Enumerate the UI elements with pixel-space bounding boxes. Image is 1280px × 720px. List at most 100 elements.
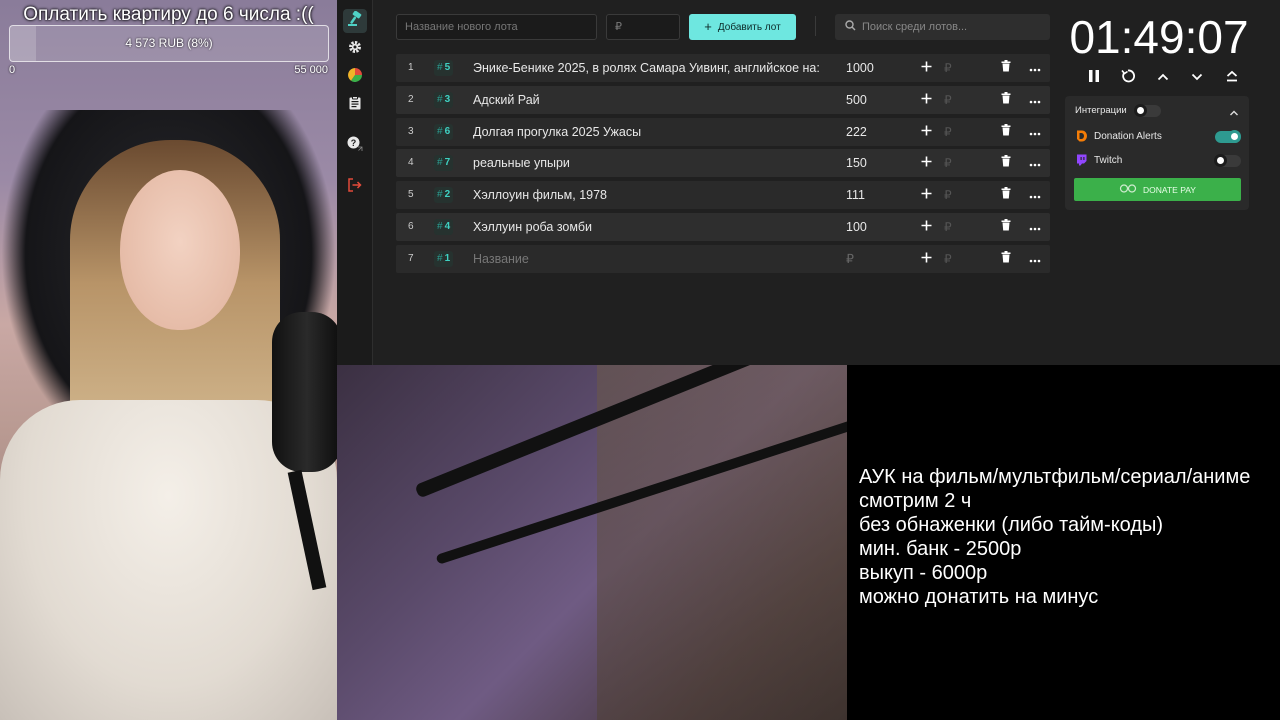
- lot-id: 2: [444, 189, 451, 201]
- collapse-button[interactable]: [1229, 104, 1241, 116]
- add-amount-button[interactable]: [918, 251, 934, 267]
- lot-name[interactable]: Хэллуин роба зомби: [473, 213, 828, 241]
- sidebar-item-auction[interactable]: [343, 9, 367, 33]
- stats-pie-icon: [348, 67, 362, 87]
- lot-id-badge: #6: [434, 123, 454, 140]
- rub-button[interactable]: ₽: [944, 213, 952, 241]
- trash-icon: [1001, 154, 1011, 172]
- lot-index: 5: [408, 189, 414, 201]
- add-time-button[interactable]: [1151, 66, 1175, 90]
- lot-amount-input[interactable]: ₽: [846, 245, 906, 273]
- donatepay-label: DONATE PAY: [1143, 184, 1196, 195]
- more-horizontal-icon: [1029, 123, 1041, 141]
- lot-row: 5 #2 Хэллоуин фильм, 1978 111 ₽: [396, 181, 1050, 210]
- lot-index: 1: [408, 62, 414, 73]
- add-amount-button[interactable]: [918, 219, 934, 235]
- more-options-button[interactable]: [1028, 156, 1042, 170]
- chevron-up-double-icon: [1226, 69, 1238, 87]
- subtract-time-button[interactable]: [1185, 66, 1209, 90]
- more-horizontal-icon: [1029, 59, 1041, 77]
- lot-amount[interactable]: 1000: [846, 54, 906, 82]
- twitch-toggle[interactable]: [1214, 154, 1241, 167]
- delete-lot-button[interactable]: [999, 250, 1013, 268]
- rule-line: без обнаженки (либо тайм-коды): [859, 514, 1164, 536]
- rub-button[interactable]: ₽: [944, 54, 952, 82]
- lot-id-badge: #7: [434, 155, 454, 172]
- more-horizontal-icon: [1029, 218, 1041, 236]
- sidebar-item-settings[interactable]: [343, 37, 367, 61]
- toolbar-divider: [815, 16, 816, 36]
- donation-alerts-toggle[interactable]: [1215, 130, 1241, 143]
- chevron-up-icon: [1229, 104, 1239, 121]
- lot-row: 1 #5 Энике-Бенике 2025, в ролях Самара Уив…: [396, 54, 1050, 82]
- rub-button[interactable]: ₽: [944, 149, 952, 177]
- search-input[interactable]: [862, 21, 1042, 33]
- delete-lot-button[interactable]: [999, 123, 1013, 139]
- lot-amount[interactable]: 222: [846, 118, 906, 146]
- auction-rules: АУК на фильм/мультфильм/сериал/аниме смот…: [847, 365, 1280, 720]
- lot-name[interactable]: реальные упыри: [473, 149, 828, 177]
- sidebar-item-logout[interactable]: [343, 175, 367, 199]
- lot-amount[interactable]: 100: [846, 213, 906, 241]
- lot-id: 4: [444, 220, 451, 232]
- trash-icon: [1001, 186, 1011, 204]
- rub-button[interactable]: ₽: [944, 181, 952, 209]
- reset-timer-button[interactable]: [1116, 66, 1140, 90]
- webcam-feed: [0, 0, 337, 720]
- more-options-button[interactable]: [1028, 188, 1042, 202]
- lot-name[interactable]: Долгая прогулка 2025 Ужасы: [473, 118, 828, 146]
- add-amount-button[interactable]: [918, 124, 934, 140]
- rub-button[interactable]: ₽: [944, 245, 952, 273]
- svg-text:?: ?: [351, 138, 357, 148]
- double-time-button[interactable]: [1220, 66, 1244, 90]
- add-amount-button[interactable]: [918, 187, 934, 203]
- more-options-button[interactable]: [1028, 220, 1042, 234]
- more-options-button[interactable]: [1028, 61, 1042, 75]
- sidebar-item-history[interactable]: [343, 93, 367, 117]
- sidebar-item-help[interactable]: ?: [343, 134, 367, 158]
- more-horizontal-icon: [1029, 250, 1041, 268]
- rub-button[interactable]: ₽: [944, 118, 952, 146]
- lot-name[interactable]: Адский Рай: [473, 86, 828, 114]
- lot-id-badge: #4: [434, 218, 454, 235]
- trash-icon: [1001, 218, 1011, 236]
- delete-lot-button[interactable]: [999, 60, 1013, 75]
- more-options-button[interactable]: [1028, 93, 1042, 107]
- lot-id-badge: #1: [434, 250, 454, 267]
- add-amount-button[interactable]: [918, 155, 934, 171]
- donationalerts-icon: [1075, 130, 1087, 142]
- lot-amount[interactable]: 500: [846, 86, 906, 114]
- lot-name[interactable]: Энике-Бенике 2025, в ролях Самара Уивинг…: [473, 54, 828, 82]
- delete-lot-button[interactable]: [999, 91, 1013, 107]
- lot-name-input[interactable]: Название: [473, 245, 828, 273]
- plus-icon: [921, 123, 932, 141]
- lot-id-badge: #5: [434, 60, 454, 76]
- integrations-master-toggle[interactable]: [1134, 104, 1161, 117]
- pause-button[interactable]: [1082, 66, 1106, 90]
- hash-icon: #: [437, 93, 443, 105]
- chevron-up-icon: [1157, 69, 1169, 87]
- add-lot-button[interactable]: + Добавить лот: [689, 14, 796, 40]
- lot-amount[interactable]: 111: [846, 181, 906, 209]
- more-horizontal-icon: [1029, 91, 1041, 109]
- delete-lot-button[interactable]: [999, 154, 1013, 172]
- more-options-button[interactable]: [1028, 125, 1042, 139]
- add-amount-button[interactable]: [918, 92, 934, 108]
- clipboard-icon: [349, 95, 361, 115]
- trash-icon: [1001, 250, 1011, 268]
- add-amount-button[interactable]: [918, 60, 934, 76]
- new-lot-amount-input[interactable]: [606, 14, 680, 40]
- delete-lot-button[interactable]: [999, 186, 1013, 204]
- rub-button[interactable]: ₽: [944, 86, 952, 114]
- more-options-button[interactable]: [1028, 252, 1042, 266]
- stream-overlay: Оплатить квартиру до 6 числа :(( 4 573 R…: [0, 0, 1280, 720]
- search-box[interactable]: [835, 14, 1050, 40]
- lot-amount[interactable]: 150: [846, 149, 906, 177]
- delete-lot-button[interactable]: [999, 218, 1013, 236]
- new-lot-name-input[interactable]: [396, 14, 597, 40]
- sidebar-item-stats[interactable]: [343, 65, 367, 89]
- twitch-icon: [1075, 154, 1087, 166]
- donatepay-button[interactable]: DONATE PAY: [1074, 178, 1241, 201]
- lot-id: 1: [444, 252, 451, 264]
- lot-name[interactable]: Хэллоуин фильм, 1978: [473, 181, 828, 209]
